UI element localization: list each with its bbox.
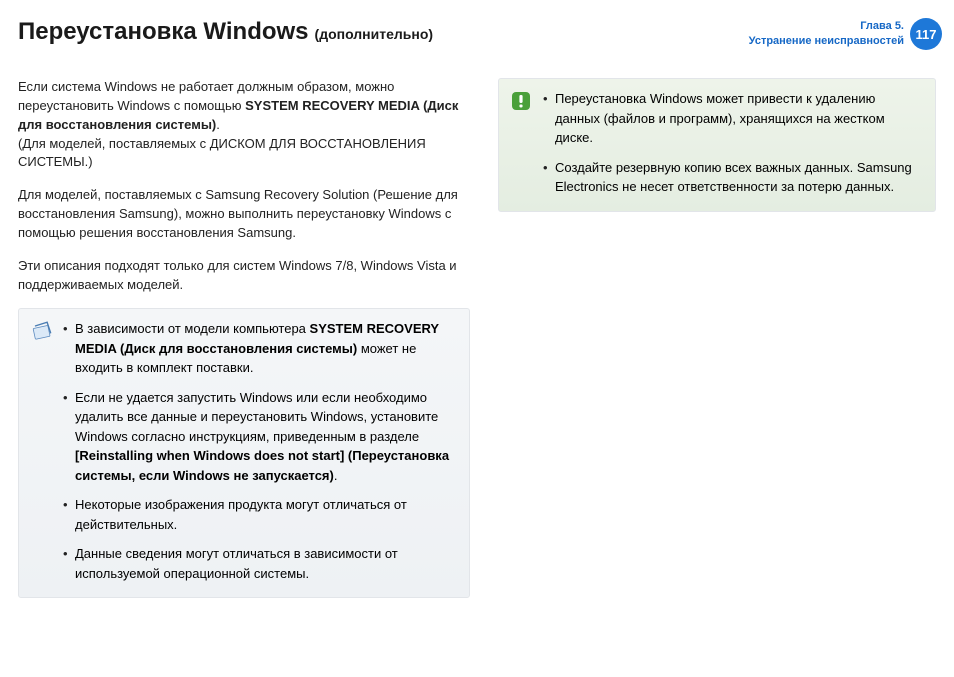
warning-note-box: Переустановка Windows может привести к у…: [498, 78, 936, 212]
note-bullet: Некоторые изображения продукта могут отл…: [61, 495, 457, 534]
text: В зависимости от модели компьютера: [75, 321, 310, 336]
intro-paragraph-1: Если система Windows не работает должным…: [18, 78, 470, 172]
left-column: Если система Windows не работает должным…: [18, 78, 470, 598]
page-subtitle: (дополнительно): [315, 26, 434, 42]
text: Если не удается запустить Windows или ес…: [75, 390, 438, 444]
content-columns: Если система Windows не работает должным…: [0, 50, 954, 598]
text: (Для моделей, поставляемых с ДИСКОМ ДЛЯ …: [18, 136, 426, 170]
note-content: В зависимости от модели компьютера SYSTE…: [61, 319, 457, 583]
header-right: Глава 5. Устранение неисправностей 117: [749, 18, 942, 50]
text: .: [216, 117, 220, 132]
note-bullet: Если не удается запустить Windows или ес…: [61, 388, 457, 486]
warning-icon: [511, 89, 533, 197]
info-note-box: В зависимости от модели компьютера SYSTE…: [18, 308, 470, 598]
chapter-label: Глава 5. Устранение неисправностей: [749, 19, 904, 49]
warning-content: Переустановка Windows может привести к у…: [541, 89, 923, 197]
right-column: Переустановка Windows может привести к у…: [498, 78, 936, 598]
chapter-line1: Глава 5.: [749, 19, 904, 34]
note-icon: [31, 319, 53, 583]
page-title: Переустановка Windows: [18, 18, 309, 46]
intro-paragraph-2: Для моделей, поставляемых с Samsung Reco…: [18, 186, 470, 243]
page-number: 117: [916, 27, 937, 42]
text-bold: [Reinstalling when Windows does not star…: [75, 448, 449, 483]
warning-bullet: Переустановка Windows может привести к у…: [541, 89, 923, 148]
title-block: Переустановка Windows (дополнительно): [18, 18, 433, 46]
page-header: Переустановка Windows (дополнительно) Гл…: [0, 0, 954, 50]
intro-paragraph-3: Эти описания подходят только для систем …: [18, 257, 470, 295]
warning-bullet: Создайте резервную копию всех важных дан…: [541, 158, 923, 197]
note-bullet: В зависимости от модели компьютера SYSTE…: [61, 319, 457, 378]
page-number-badge: 117: [910, 18, 942, 50]
note-bullet: Данные сведения могут отличаться в завис…: [61, 544, 457, 583]
text: .: [334, 468, 338, 483]
chapter-line2: Устранение неисправностей: [749, 34, 904, 49]
